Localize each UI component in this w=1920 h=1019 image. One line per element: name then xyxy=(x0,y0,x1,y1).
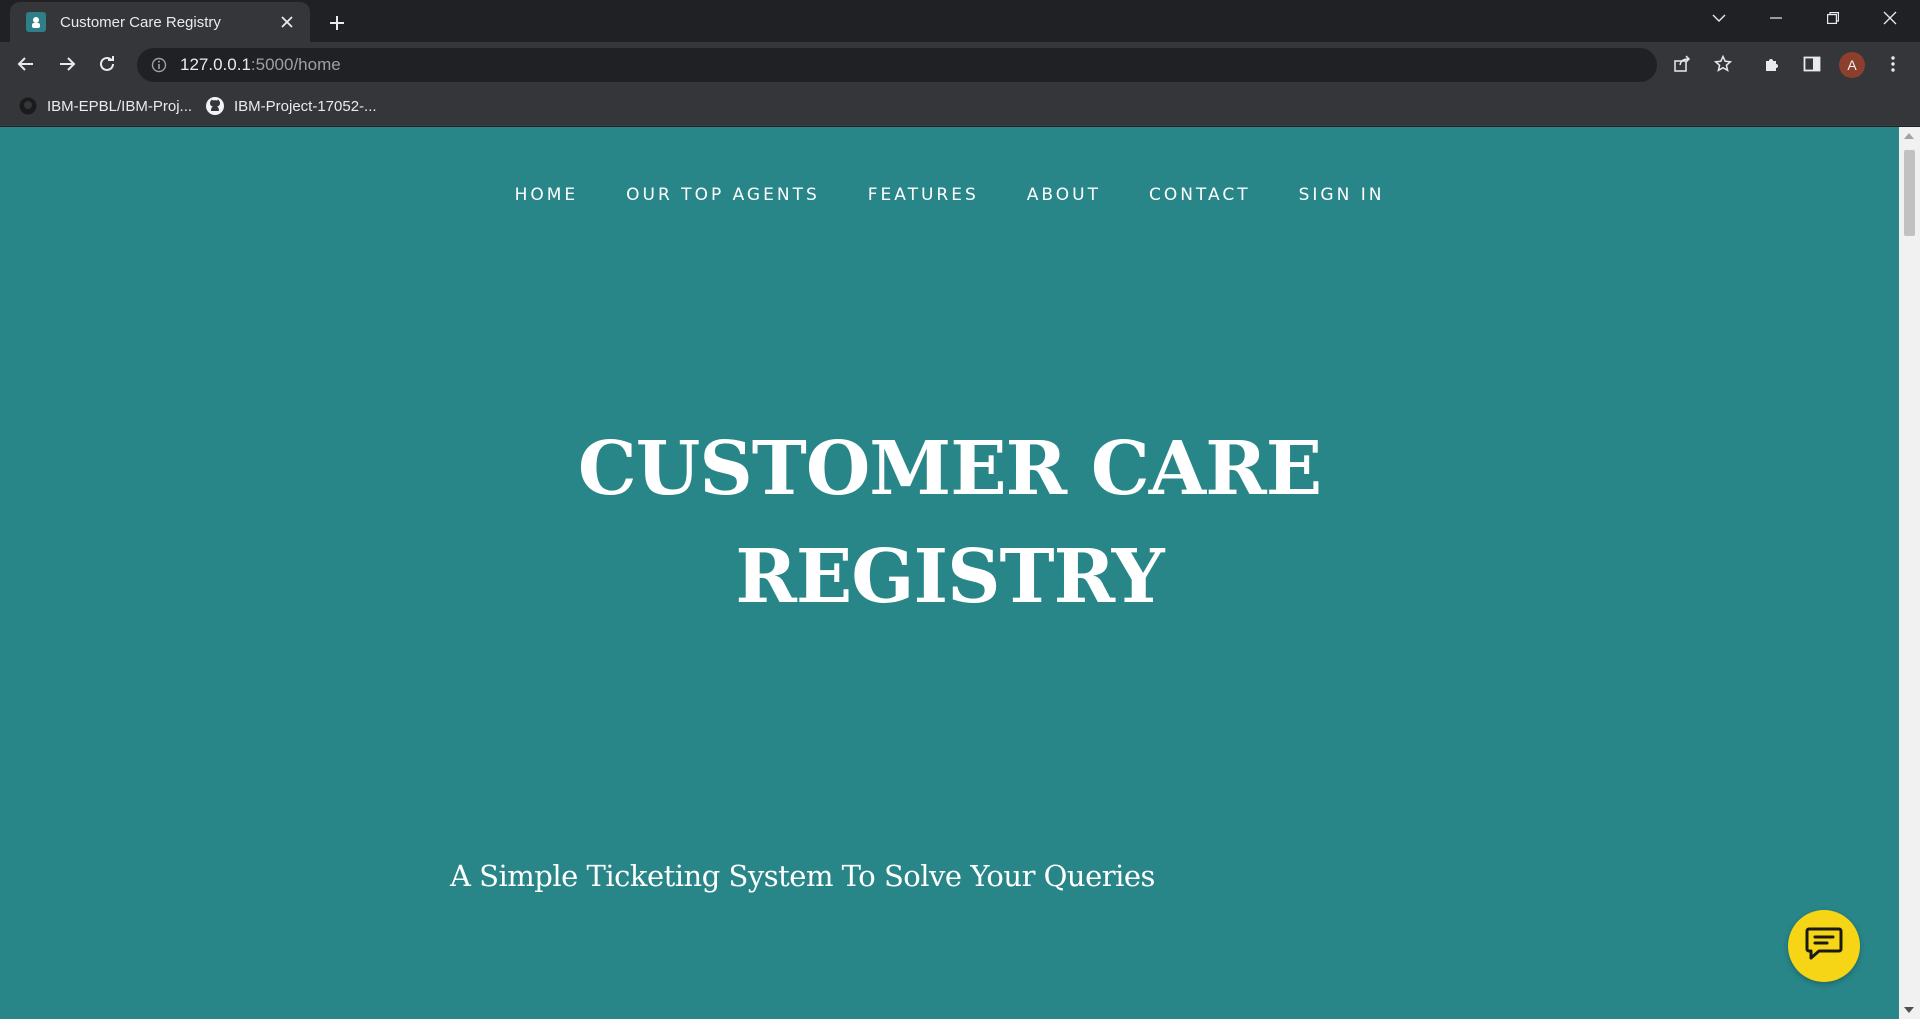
nav-contact[interactable]: CONTACT xyxy=(1149,185,1251,205)
nav-about[interactable]: ABOUT xyxy=(1027,185,1101,205)
bookmarks-bar: IBM-EPBL/IBM-Proj... IBM-Project-17052-.… xyxy=(0,86,1920,126)
nav-features[interactable]: FEATURES xyxy=(868,185,979,205)
hero-title-line-1: CUSTOMER CARE xyxy=(577,426,1322,512)
page-scrollbar[interactable] xyxy=(1899,127,1920,1019)
close-tab-icon[interactable] xyxy=(276,11,298,33)
chat-bubble-icon xyxy=(1805,926,1843,967)
browser-menu-icon[interactable] xyxy=(1879,50,1907,78)
tab-title: Customer Care Registry xyxy=(60,13,221,31)
minimize-icon[interactable] xyxy=(1748,0,1804,36)
bookmark-label: IBM-Project-17052-... xyxy=(234,97,377,115)
tab-search-icon[interactable] xyxy=(1691,0,1747,36)
scroll-up-arrow-icon[interactable] xyxy=(1904,133,1914,139)
url-path: :5000/home xyxy=(250,55,341,74)
close-window-icon[interactable] xyxy=(1862,0,1918,36)
url-host: 127.0.0.1 xyxy=(180,55,251,74)
hero-title: CUSTOMER CARE REGISTRY xyxy=(0,415,1899,631)
back-arrow-icon[interactable] xyxy=(10,48,42,80)
side-panel-icon[interactable] xyxy=(1798,50,1826,78)
site-favicon-icon xyxy=(26,12,46,32)
chat-button[interactable] xyxy=(1788,910,1860,982)
forward-arrow-icon[interactable] xyxy=(51,48,83,80)
bookmark-star-icon[interactable] xyxy=(1709,50,1737,78)
bookmark-label: IBM-EPBL/IBM-Proj... xyxy=(47,97,193,115)
page-viewport: HOME OUR TOP AGENTS FEATURES ABOUT CONTA… xyxy=(0,127,1899,1019)
nav-home[interactable]: HOME xyxy=(515,185,579,205)
nav-our-top-agents[interactable]: OUR TOP AGENTS xyxy=(626,185,820,205)
share-icon[interactable] xyxy=(1668,50,1696,78)
extensions-puzzle-icon[interactable] xyxy=(1758,50,1786,78)
browser-tab[interactable]: Customer Care Registry xyxy=(10,2,310,42)
hero-title-line-2: REGISTRY xyxy=(735,534,1164,620)
bookmark-item[interactable]: IBM-EPBL/IBM-Proj... xyxy=(18,94,192,118)
github-icon xyxy=(18,96,38,116)
nav-sign-in[interactable]: SIGN IN xyxy=(1299,185,1385,205)
reload-icon[interactable] xyxy=(91,48,123,80)
profile-avatar[interactable]: A xyxy=(1839,52,1865,78)
address-bar[interactable]: 127.0.0.1:5000/home xyxy=(137,48,1657,82)
browser-titlebar: Customer Care Registry xyxy=(0,0,1920,42)
scroll-down-arrow-icon[interactable] xyxy=(1904,1007,1914,1013)
browser-toolbar: 127.0.0.1:5000/home xyxy=(0,42,1920,86)
scrollbar-thumb[interactable] xyxy=(1904,150,1915,236)
main-nav: HOME OUR TOP AGENTS FEATURES ABOUT CONTA… xyxy=(0,185,1899,205)
site-info-icon[interactable] xyxy=(150,56,168,74)
url-text: 127.0.0.1:5000/home xyxy=(180,55,341,75)
restore-icon[interactable] xyxy=(1805,0,1861,36)
bookmark-item[interactable]: IBM-Project-17052-... xyxy=(205,94,377,118)
hero-tagline: A Simple Ticketing System To Solve Your … xyxy=(450,859,1155,893)
github-icon xyxy=(205,96,225,116)
new-tab-button[interactable] xyxy=(323,9,351,37)
